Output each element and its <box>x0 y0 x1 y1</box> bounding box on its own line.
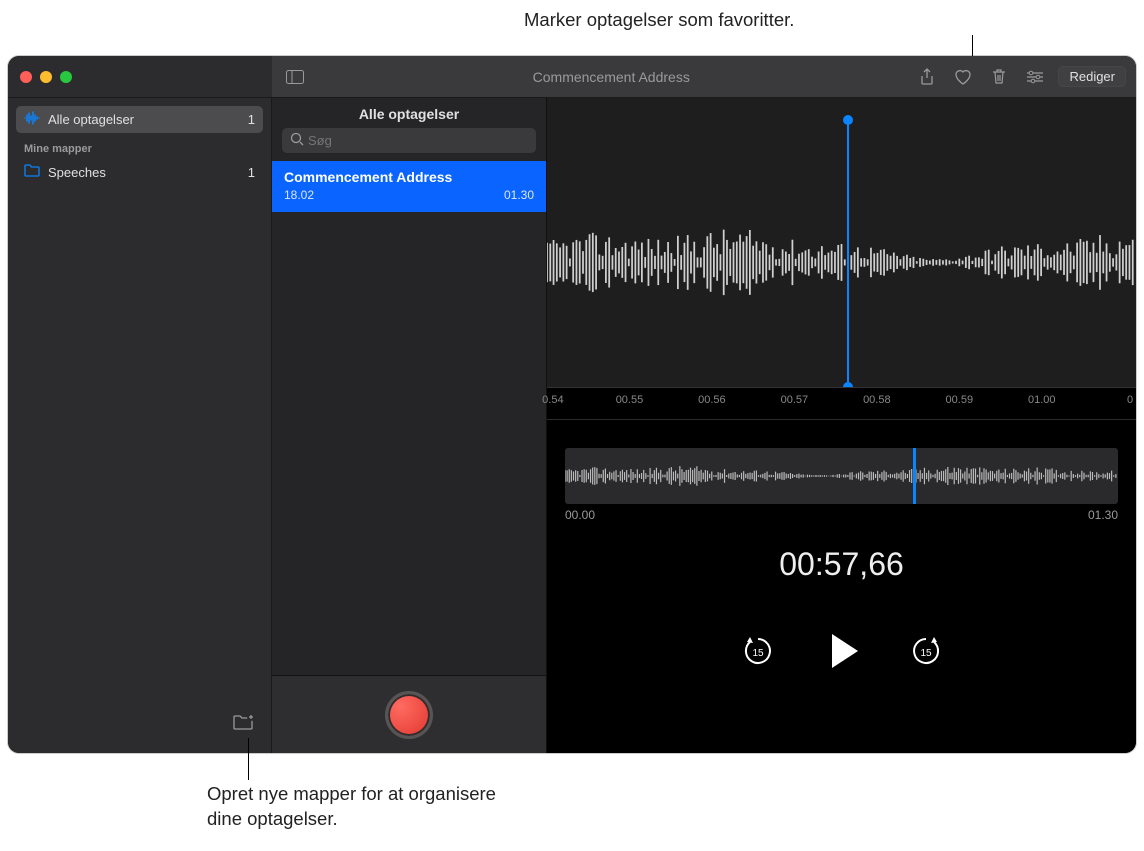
favorite-button[interactable] <box>950 64 976 90</box>
search-input[interactable] <box>282 128 536 153</box>
new-folder-button[interactable] <box>233 714 255 735</box>
traffic-lights <box>20 71 72 83</box>
timeline-ruler[interactable]: 0.54 00.55 00.56 00.57 00.58 00.59 01.00… <box>547 388 1136 420</box>
ruler-tick: 0.54 <box>542 394 563 406</box>
waveform-overview: 00.00 01.30 <box>565 448 1118 522</box>
callout-new-folder-text: Opret nye mapper for at organisere dine … <box>207 783 496 829</box>
window-controls-area <box>8 56 272 98</box>
edit-button[interactable]: Rediger <box>1058 66 1126 87</box>
ruler-tick: 00.59 <box>946 394 974 406</box>
current-time-display: 00:57,66 <box>547 546 1136 583</box>
ruler-tick: 01.00 <box>1028 394 1056 406</box>
minimize-window-button[interactable] <box>40 71 52 83</box>
recording-name: Commencement Address <box>284 169 534 185</box>
overview-cursor[interactable] <box>913 448 916 504</box>
sidebar-item-count: 1 <box>248 165 255 180</box>
toolbar-title: Commencement Address <box>318 69 904 85</box>
skip-forward-button[interactable]: 15 <box>906 631 946 671</box>
play-button[interactable] <box>822 631 862 671</box>
callout-favorite-text: Marker optagelser som favoritter. <box>524 9 794 30</box>
sidebar-item-folder[interactable]: Speeches 1 <box>16 159 263 185</box>
waveform-zoom-svg <box>547 98 1136 387</box>
delete-button[interactable] <box>986 64 1012 90</box>
detail-panel: 0.54 00.55 00.56 00.57 00.58 00.59 01.00… <box>547 98 1136 753</box>
waveform-zoom-view[interactable] <box>547 98 1136 388</box>
transport-controls: 15 15 <box>547 631 1136 671</box>
recording-date: 18.02 <box>284 188 314 202</box>
app-window: Commencement Address Rediger Alle optage… <box>8 56 1136 753</box>
new-folder-icon <box>233 714 255 732</box>
skip-back-button[interactable]: 15 <box>738 631 778 671</box>
heart-icon <box>954 69 972 85</box>
sidebar: Alle optagelser 1 Mine mapper Speeches 1 <box>8 98 272 753</box>
ruler-tick: 00.57 <box>781 394 809 406</box>
recording-list-panel: Alle optagelser Commencement Address 18.… <box>272 98 547 753</box>
recording-item[interactable]: Commencement Address 18.02 01.30 <box>272 161 546 212</box>
trash-icon <box>992 68 1006 85</box>
sidebar-item-label: Speeches <box>48 165 106 180</box>
playhead[interactable] <box>847 120 849 387</box>
waveform-overview-svg <box>565 448 1118 504</box>
play-icon <box>832 634 858 668</box>
fullscreen-window-button[interactable] <box>60 71 72 83</box>
recording-duration: 01.30 <box>504 188 534 202</box>
waveform-overview-track[interactable] <box>565 448 1118 504</box>
sidebar-item-count: 1 <box>248 112 255 127</box>
callout-new-folder: Opret nye mapper for at organisere dine … <box>207 782 507 832</box>
settings-button[interactable] <box>1022 64 1048 90</box>
sidebar-icon <box>286 70 304 84</box>
toggle-sidebar-button[interactable] <box>282 64 308 90</box>
skip-back-icon: 15 <box>741 634 775 668</box>
skip-forward-icon: 15 <box>909 634 943 668</box>
search-icon <box>290 132 304 149</box>
toolbar: Commencement Address Rediger <box>272 56 1136 98</box>
record-footer <box>272 675 546 753</box>
share-icon <box>919 68 935 86</box>
sidebar-section-header: Mine mapper <box>16 133 263 159</box>
folder-icon <box>24 164 40 180</box>
sidebar-item-label: Alle optagelser <box>48 112 134 127</box>
ruler-tick: 0 <box>1127 394 1133 406</box>
overview-end-time: 01.30 <box>1088 508 1118 522</box>
callout-line <box>248 738 249 780</box>
ruler-tick: 00.56 <box>698 394 726 406</box>
svg-text:15: 15 <box>752 648 764 659</box>
record-button[interactable] <box>385 691 433 739</box>
share-button[interactable] <box>914 64 940 90</box>
recording-list-header: Alle optagelser <box>272 98 546 128</box>
close-window-button[interactable] <box>20 71 32 83</box>
overview-start-time: 00.00 <box>565 508 595 522</box>
waveform-icon <box>24 111 40 128</box>
sidebar-item-all-recordings[interactable]: Alle optagelser 1 <box>16 106 263 133</box>
callout-favorite: Marker optagelser som favoritter. <box>524 8 794 33</box>
ruler-tick: 00.55 <box>616 394 644 406</box>
sliders-icon <box>1026 70 1044 84</box>
svg-text:15: 15 <box>920 648 932 659</box>
ruler-tick: 00.58 <box>863 394 891 406</box>
